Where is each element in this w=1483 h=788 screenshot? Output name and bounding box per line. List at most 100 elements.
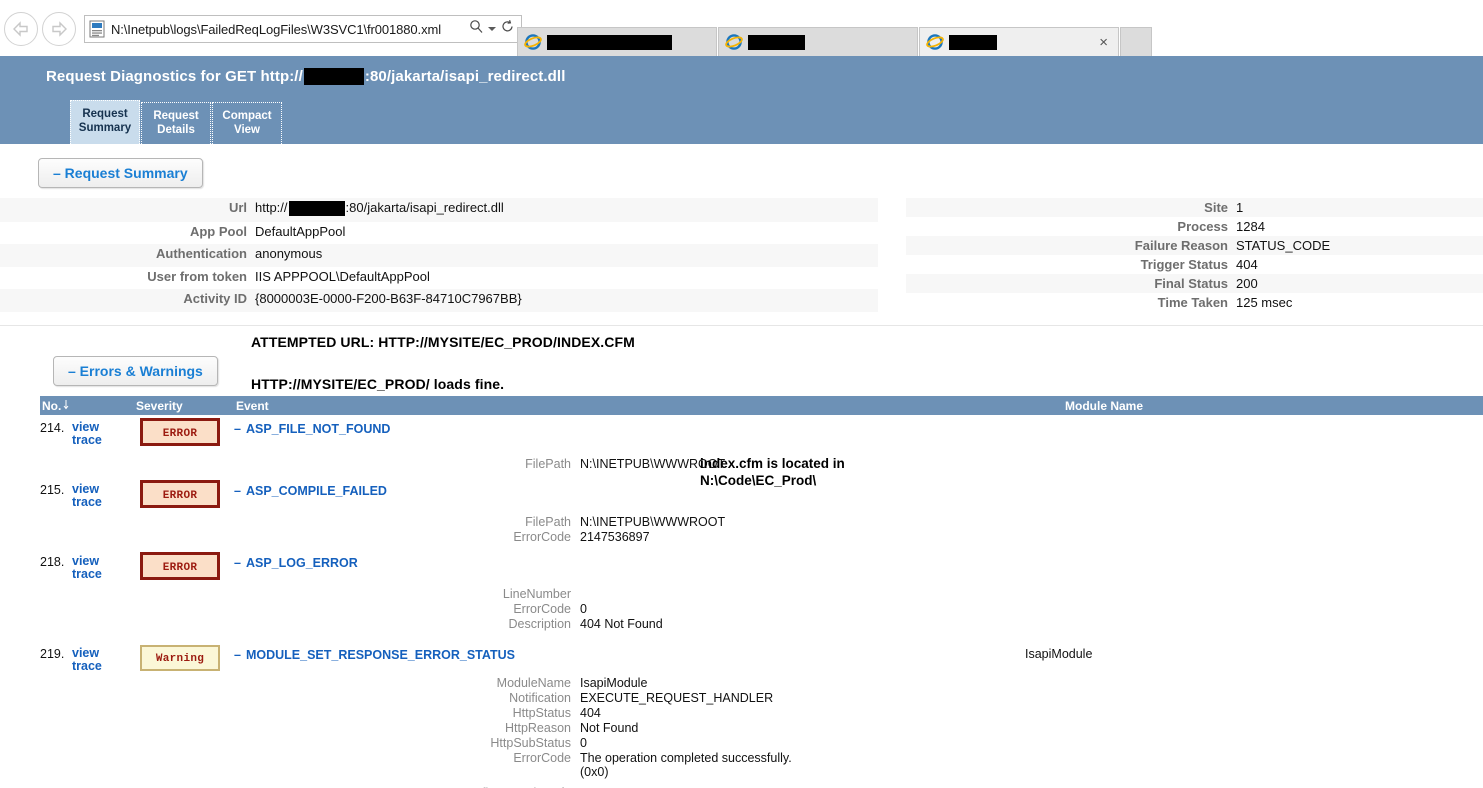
row-label: Authentication xyxy=(0,244,255,267)
address-bar-actions xyxy=(469,19,517,39)
annotation-index-location-line1: index.cfm is located in xyxy=(700,456,845,471)
row-details: LineNumber ErrorCode 0 Description 404 N… xyxy=(40,587,1483,640)
row-number: 215. xyxy=(40,483,65,497)
request-summary-left-table: Url http://:80/jakarta/isapi_redirect.dl… xyxy=(0,198,878,312)
request-summary-right-table: Site 1 Process 1284 Failure Reason STATU… xyxy=(906,198,1483,312)
detail-value: 0 xyxy=(580,602,587,616)
browser-tab-1-title xyxy=(547,34,672,50)
detail-value: N:\INETPUB\WWWROOT xyxy=(580,515,726,529)
row-label: Url xyxy=(0,198,255,222)
tab-compact-view[interactable]: Compact View xyxy=(212,102,282,144)
status-badge: Warning xyxy=(140,645,220,671)
detail-row: HttpReason Not Found xyxy=(445,721,792,736)
back-arrow-icon xyxy=(11,19,31,39)
close-icon[interactable]: × xyxy=(1095,35,1112,50)
row-value: 1284 xyxy=(1236,219,1265,234)
collapse-icon[interactable]: – xyxy=(234,556,241,570)
column-header-no[interactable]: No. xyxy=(40,399,72,413)
row-number: 218. xyxy=(40,555,65,569)
browser-tab-3[interactable]: × xyxy=(919,27,1119,56)
detail-value: IsapiModule xyxy=(580,676,648,690)
tab-request-summary-line1: Request xyxy=(82,108,128,120)
forward-button[interactable] xyxy=(42,12,76,46)
detail-row: ErrorCode 2147536897 xyxy=(445,530,725,545)
xml-document-icon xyxy=(89,20,105,38)
browser-tab-1[interactable] xyxy=(517,27,717,56)
browser-tab-2[interactable] xyxy=(718,27,918,56)
view-trace-link[interactable]: view trace xyxy=(72,483,102,509)
collapse-icon[interactable]: – xyxy=(234,484,241,498)
detail-table: LineNumber ErrorCode 0 Description 404 N… xyxy=(445,587,663,632)
event-link[interactable]: ASP_LOG_ERROR xyxy=(246,556,358,570)
detail-label: ConfigExceptionInfo xyxy=(445,780,580,788)
refresh-icon[interactable] xyxy=(500,19,515,39)
row-value: 200 xyxy=(1236,274,1483,293)
event-link[interactable]: ASP_COMPILE_FAILED xyxy=(246,484,387,498)
column-header-module-name[interactable]: Module Name xyxy=(1063,399,1483,413)
row-value: 404 xyxy=(1236,257,1258,272)
browser-tabstrip: × xyxy=(517,26,1152,56)
row-label: App Pool xyxy=(189,223,247,239)
row-module-name: IsapiModule xyxy=(1025,647,1093,661)
detail-label: LineNumber xyxy=(502,587,571,601)
table-row: 218. view trace ERROR – ASP_LOG_ERROR xyxy=(40,549,1483,587)
collapse-icon[interactable]: – xyxy=(234,648,241,662)
back-button[interactable] xyxy=(4,12,38,46)
table-row: 215. view trace ERROR – ASP_COMPILE_FAILE… xyxy=(40,477,1483,515)
summary-divider xyxy=(0,312,1483,326)
sort-descending-icon xyxy=(62,399,70,413)
table-row: Site 1 xyxy=(906,198,1483,217)
address-input[interactable]: N:\Inetpub\logs\FailedReqLogFiles\W3SVC1… xyxy=(111,22,469,37)
row-label: Activity ID xyxy=(0,289,255,312)
chevron-down-icon[interactable] xyxy=(488,27,496,31)
detail-label: HttpReason xyxy=(504,721,571,735)
detail-label: Description xyxy=(508,617,571,631)
forward-arrow-icon xyxy=(49,19,69,39)
errors-warnings-toggle[interactable]: – Errors & Warnings xyxy=(53,356,218,386)
view-trace-link[interactable]: view trace xyxy=(72,555,102,581)
view-trace-link[interactable]: view trace xyxy=(72,421,102,447)
page-title-prefix: Request Diagnostics for GET http:// xyxy=(46,68,303,85)
detail-label: Notification xyxy=(509,691,571,705)
detail-row: ErrorCode 0 xyxy=(445,602,663,617)
column-header-severity[interactable]: Severity xyxy=(134,399,234,413)
detail-row: FilePath N:\INETPUB\WWWROOT xyxy=(445,457,725,472)
tab-compact-view-line1: Compact xyxy=(222,110,272,122)
row-label: Failure Reason xyxy=(906,236,1236,255)
event-link[interactable]: ASP_FILE_NOT_FOUND xyxy=(246,422,390,436)
tab-request-summary[interactable]: Request Summary xyxy=(70,100,140,144)
detail-value: Not Found xyxy=(580,721,639,735)
redacted-host xyxy=(303,68,364,85)
page-title-suffix: :80/jakarta/isapi_redirect.dll xyxy=(364,68,566,85)
address-bar[interactable]: N:\Inetpub\logs\FailedReqLogFiles\W3SVC1… xyxy=(84,15,522,43)
detail-row: Notification EXECUTE_REQUEST_HANDLER xyxy=(445,691,792,706)
request-summary-toggle[interactable]: – Request Summary xyxy=(38,158,203,188)
table-row: Trigger Status 404 xyxy=(906,255,1483,274)
column-header-event[interactable]: Event xyxy=(234,399,1063,413)
browser-tab-3-title xyxy=(949,34,997,50)
row-value: DefaultAppPool xyxy=(255,223,346,239)
new-tab-button[interactable] xyxy=(1120,27,1152,56)
page-title: Request Diagnostics for GET http:// :80/j… xyxy=(0,56,1483,85)
url-suffix: :80/jakarta/isapi_redirect.dll xyxy=(345,200,504,215)
detail-row: ErrorCode The operation completed succes… xyxy=(445,751,791,780)
detail-label: ErrorCode xyxy=(513,751,571,765)
table-row: Authentication anonymous xyxy=(0,244,878,267)
table-row: Failure Reason STATUS_CODE xyxy=(906,236,1483,255)
detail-value: 0 xyxy=(580,736,587,750)
row-number: 219. xyxy=(40,647,65,661)
event-link[interactable]: MODULE_SET_RESPONSE_ERROR_STATUS xyxy=(246,648,515,662)
table-row: Time Taken 125 msec xyxy=(906,293,1483,312)
internet-explorer-icon xyxy=(524,33,542,51)
row-details: FilePath N:\INETPUB\WWWROOT index.cfm is… xyxy=(40,456,1483,488)
detail-label: FilePath xyxy=(525,515,571,529)
row-details: FilePath N:\INETPUB\WWWROOT ErrorCode 21… xyxy=(40,515,1483,549)
search-icon[interactable] xyxy=(469,19,484,39)
table-row: Activity ID {8000003E-0000-F200-B63F-847… xyxy=(0,289,878,312)
view-trace-link[interactable]: view trace xyxy=(72,647,102,673)
tab-request-details[interactable]: Request Details xyxy=(141,102,211,144)
collapse-icon[interactable]: – xyxy=(234,422,241,436)
detail-value: 2147536897 xyxy=(580,530,650,544)
redacted-host xyxy=(288,201,345,217)
view-trace-line2: trace xyxy=(72,495,102,509)
